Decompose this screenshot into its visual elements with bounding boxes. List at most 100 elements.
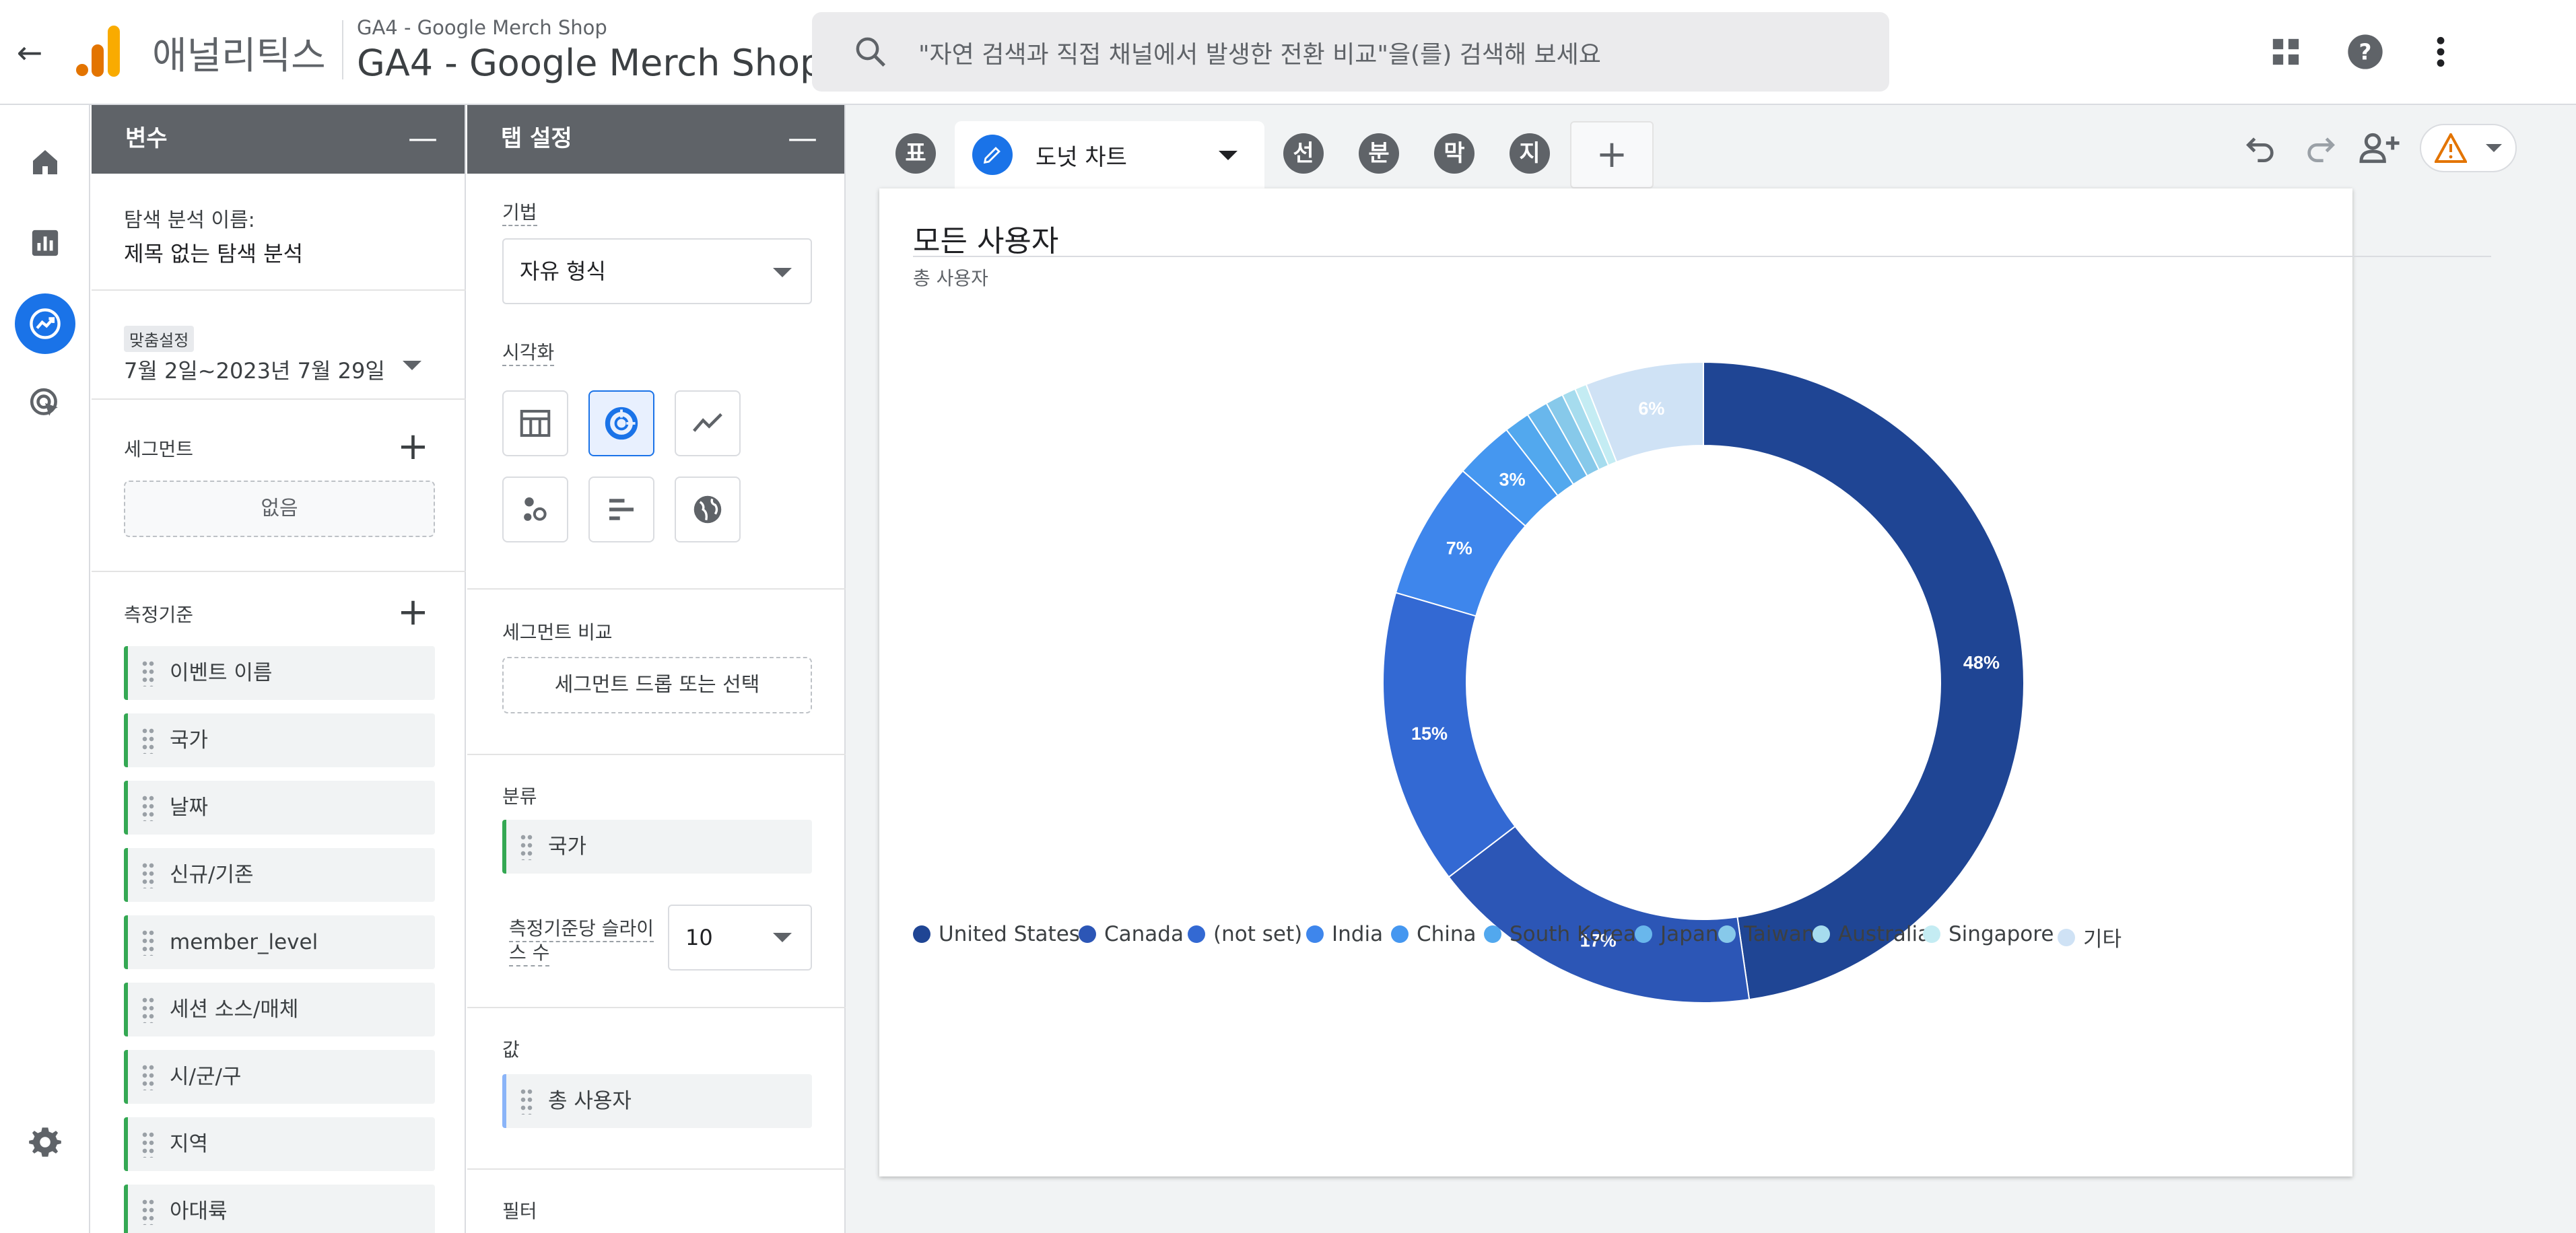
- drag-handle-icon[interactable]: [141, 660, 155, 686]
- back-arrow-icon[interactable]: ←: [9, 32, 50, 73]
- date-dropdown-caret-icon[interactable]: [403, 361, 421, 370]
- value-chip[interactable]: 총 사용자: [502, 1074, 812, 1128]
- legend-item[interactable]: Taiwan: [1718, 922, 1815, 946]
- dimension-chip[interactable]: 날짜: [124, 781, 435, 835]
- drag-handle-icon[interactable]: [141, 996, 155, 1023]
- add-tab-button[interactable]: +: [1570, 121, 1654, 188]
- donut-chart-icon: [605, 407, 638, 440]
- segments-empty-slot[interactable]: 없음: [124, 481, 435, 537]
- bar-viz-button[interactable]: [588, 477, 654, 542]
- legend-item[interactable]: India: [1306, 922, 1383, 946]
- reports-icon[interactable]: [20, 218, 70, 268]
- search-input[interactable]: "자연 검색과 직접 채널에서 발생한 전환 비교"을(를) 검색해 보세요: [918, 35, 1601, 70]
- divider: [467, 754, 846, 755]
- dimension-label: 이벤트 이름: [170, 661, 273, 685]
- legend-swatch: [1391, 925, 1409, 943]
- home-icon[interactable]: [20, 137, 70, 187]
- svg-text:?: ?: [2359, 40, 2372, 65]
- tab-geo[interactable]: 지: [1510, 133, 1550, 174]
- dimension-label: 신규/기존: [170, 863, 254, 887]
- donut-slice-not-set[interactable]: [1382, 592, 1516, 878]
- donut-slice-united-states[interactable]: [1703, 361, 2025, 1001]
- dimension-chip[interactable]: 지역: [124, 1117, 435, 1171]
- segments-label: 세그먼트: [124, 438, 194, 460]
- legend-item[interactable]: China: [1391, 922, 1477, 946]
- dimension-chip[interactable]: 세션 소스/매체: [124, 983, 435, 1036]
- dimension-label: 세션 소스/매체: [170, 997, 299, 1022]
- legend-item[interactable]: Canada: [1079, 922, 1184, 946]
- redo-icon[interactable]: [2301, 129, 2339, 167]
- scatter-viz-button[interactable]: [502, 477, 568, 542]
- tab-scatter[interactable]: 분: [1359, 133, 1399, 174]
- collapse-variables-button[interactable]: —: [408, 105, 438, 172]
- search-bar[interactable]: "자연 검색과 직접 채널에서 발생한 전환 비교"을(를) 검색해 보세요: [812, 12, 1889, 92]
- legend-item[interactable]: (not set): [1188, 922, 1302, 946]
- slice-percent-label: 3%: [1499, 470, 1526, 490]
- advertising-icon[interactable]: [20, 378, 70, 428]
- settings-gear-icon[interactable]: [20, 1117, 70, 1167]
- apps-grid-icon[interactable]: [2265, 31, 2307, 73]
- table-icon: [520, 409, 551, 437]
- edit-pencil-icon[interactable]: [972, 135, 1013, 175]
- dimension-chip[interactable]: 아대륙: [124, 1185, 435, 1233]
- divider: [467, 1168, 846, 1170]
- drag-handle-icon[interactable]: [141, 1198, 155, 1225]
- add-segment-button[interactable]: +: [397, 428, 429, 466]
- legend-item[interactable]: Singapore: [1923, 922, 2054, 946]
- warning-status-button[interactable]: [2420, 124, 2517, 172]
- exploration-name-field[interactable]: 제목 없는 탐색 분석: [124, 237, 303, 268]
- dimension-label: 시/군/구: [170, 1065, 242, 1089]
- donut-slice-canada[interactable]: [1448, 825, 1751, 1003]
- account-name[interactable]: GA4 - Google Merch Shop: [357, 16, 607, 39]
- dimension-chip[interactable]: 이벤트 이름: [124, 646, 435, 700]
- line-chart-icon: [693, 413, 722, 432]
- legend-item[interactable]: United States: [913, 922, 1080, 946]
- dimension-chip[interactable]: member_level: [124, 915, 435, 969]
- donut-viz-button[interactable]: [588, 390, 654, 456]
- explore-icon[interactable]: [15, 293, 75, 354]
- drag-handle-icon[interactable]: [520, 833, 533, 860]
- legend-item[interactable]: 기타: [2058, 922, 2122, 952]
- legend-swatch: [1079, 925, 1096, 943]
- legend-swatch: [1306, 925, 1324, 943]
- legend-label: (not set): [1213, 922, 1303, 946]
- technique-caret-icon[interactable]: [773, 268, 792, 277]
- more-vert-icon[interactable]: [2420, 31, 2462, 73]
- add-dimension-button[interactable]: +: [397, 594, 429, 631]
- dimension-chip[interactable]: 신규/기존: [124, 848, 435, 902]
- legend-label: India: [1332, 922, 1384, 946]
- legend-item[interactable]: South Korea: [1484, 922, 1636, 946]
- legend-item[interactable]: Australia: [1812, 922, 1930, 946]
- drag-handle-icon[interactable]: [141, 1131, 155, 1158]
- drag-handle-icon[interactable]: [141, 727, 155, 754]
- share-add-person-icon[interactable]: [2358, 128, 2401, 168]
- tab-bar[interactable]: 막: [1434, 133, 1475, 174]
- line-viz-button[interactable]: [675, 390, 741, 456]
- tab-table[interactable]: 표: [895, 133, 936, 174]
- date-range-picker[interactable]: 7월 2일~2023년 7월 29일: [124, 354, 385, 385]
- drag-handle-icon[interactable]: [520, 1088, 533, 1115]
- property-selector[interactable]: GA4 - Google Merch Shop: [357, 42, 823, 84]
- drag-handle-icon[interactable]: [141, 794, 155, 821]
- undo-icon[interactable]: [2242, 129, 2280, 167]
- technique-select[interactable]: 자유 형식: [502, 238, 812, 304]
- drag-handle-icon[interactable]: [141, 1063, 155, 1090]
- collapse-tab-settings-button[interactable]: —: [788, 105, 817, 172]
- legend-item[interactable]: Japan: [1635, 922, 1718, 946]
- tab-menu-caret-icon[interactable]: [1219, 151, 1238, 160]
- tab-donut-active[interactable]: 도넛 차트: [955, 121, 1264, 188]
- warning-caret-icon[interactable]: [2486, 144, 2502, 152]
- tab-label[interactable]: 도넛 차트: [1036, 139, 1127, 172]
- divider: [92, 289, 466, 291]
- drag-handle-icon[interactable]: [141, 861, 155, 888]
- dimension-chip[interactable]: 시/군/구: [124, 1050, 435, 1104]
- slices-caret-icon[interactable]: [773, 933, 792, 942]
- dimension-chip[interactable]: 국가: [124, 713, 435, 767]
- table-viz-button[interactable]: [502, 390, 568, 456]
- drag-handle-icon[interactable]: [141, 929, 155, 956]
- segment-drop-zone[interactable]: 세그먼트 드롭 또는 선택: [502, 657, 812, 713]
- tab-line[interactable]: 선: [1283, 133, 1324, 174]
- geo-viz-button[interactable]: [675, 477, 741, 542]
- help-icon[interactable]: ?: [2344, 31, 2386, 73]
- breakdown-chip[interactable]: 국가: [502, 820, 812, 874]
